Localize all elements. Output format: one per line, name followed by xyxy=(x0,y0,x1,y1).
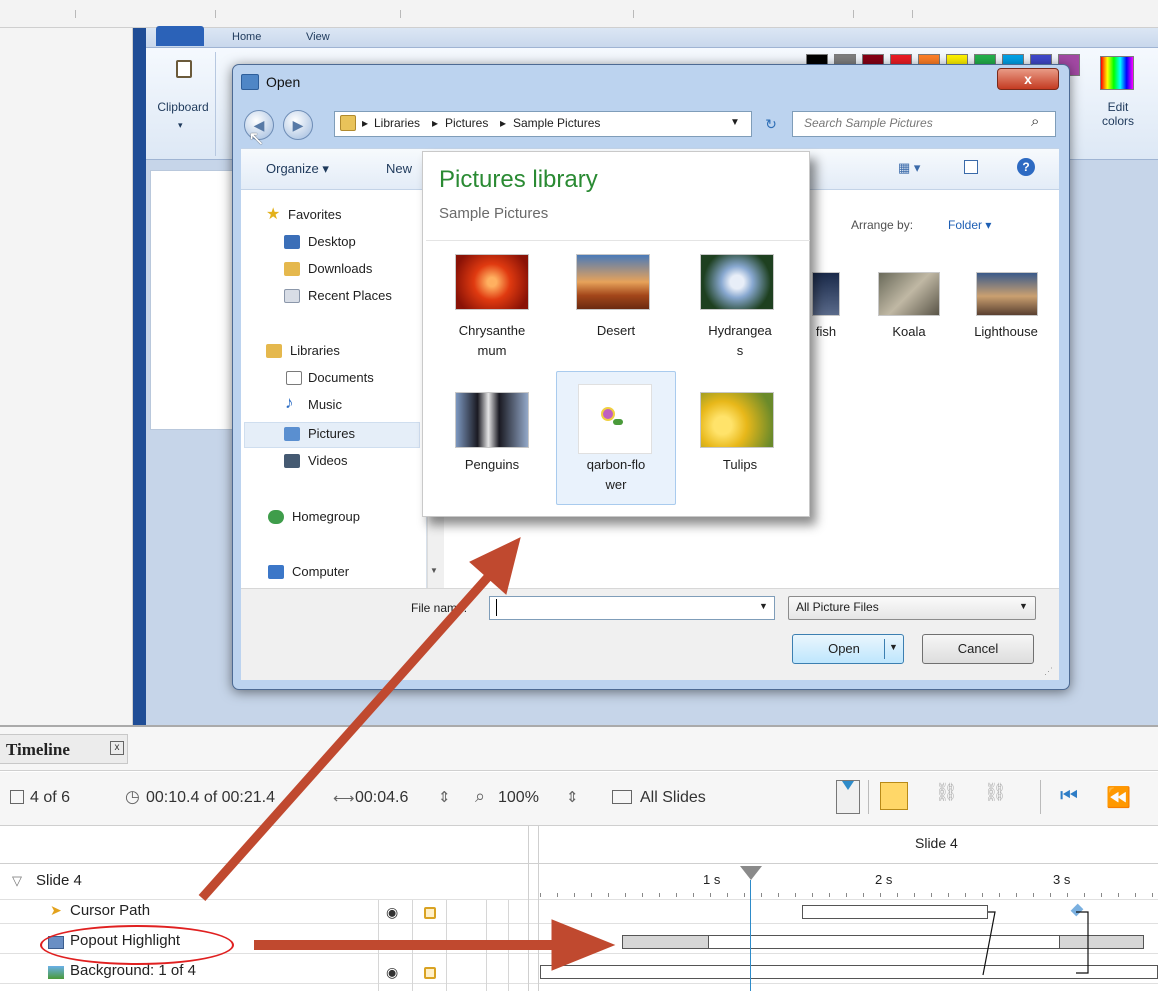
annotation-arrows xyxy=(198,537,1089,976)
link-line xyxy=(982,911,996,976)
link-line xyxy=(1076,911,1089,974)
link-lines xyxy=(982,911,1089,976)
mouse-pointer-icon: ↖ xyxy=(248,128,265,150)
screenshot-root: Home View Clipboard ▾ Edit colors Open x… xyxy=(0,0,1158,991)
annotation-arrow-shaft xyxy=(198,565,500,901)
annotation-arrow-head xyxy=(551,919,616,971)
